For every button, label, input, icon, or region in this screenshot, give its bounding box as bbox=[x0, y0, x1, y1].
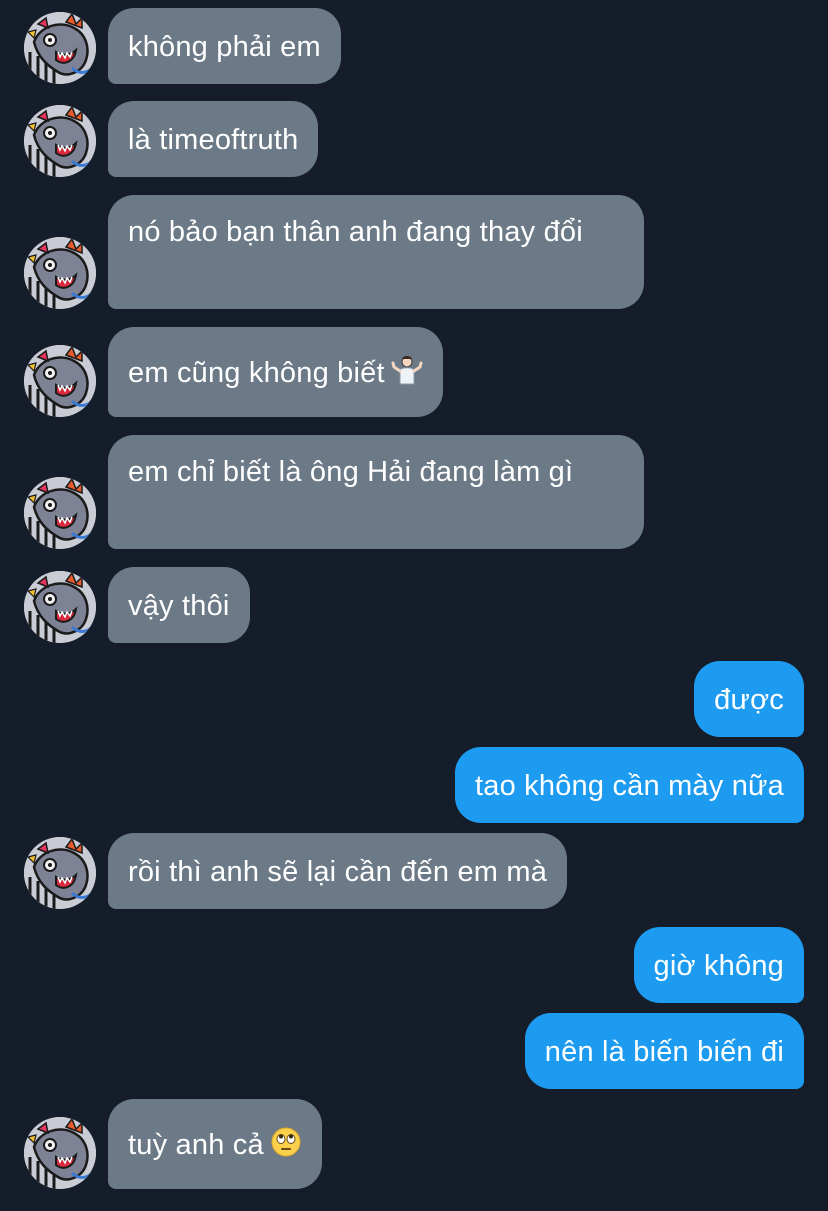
message-text: không phải em bbox=[128, 31, 321, 63]
message-bubble-incoming[interactable]: vậy thôi bbox=[108, 567, 250, 643]
avatar[interactable] bbox=[24, 1117, 96, 1189]
message-text: em cũng không biết bbox=[128, 357, 385, 389]
message-text: được bbox=[714, 684, 784, 716]
message-bubble-outgoing[interactable]: được bbox=[694, 661, 804, 737]
message-bubble-incoming[interactable]: em chỉ biết là ông Hải đang làm gì bbox=[108, 435, 644, 549]
person-shrugging-emoji bbox=[391, 354, 423, 396]
message-text: em chỉ biết là ông Hải đang làm gì bbox=[128, 456, 574, 488]
message-text: nên là biến biến đi bbox=[544, 1036, 784, 1068]
dragon-avatar-icon bbox=[24, 237, 96, 309]
avatar[interactable] bbox=[24, 571, 96, 643]
message-bubble-outgoing[interactable]: giờ không bbox=[633, 927, 804, 1003]
message-text: nó bảo bạn thân anh đang thay đổi bbox=[128, 216, 583, 248]
dragon-avatar-icon bbox=[24, 105, 96, 177]
message-bubble-incoming[interactable]: rồi thì anh sẽ lại cần đến em mà bbox=[108, 833, 568, 909]
avatar[interactable] bbox=[24, 237, 96, 309]
message-bubble-incoming[interactable]: không phải em bbox=[108, 8, 341, 84]
message-bubble-outgoing[interactable]: nên là biến biến đi bbox=[524, 1013, 804, 1089]
dragon-avatar-icon bbox=[24, 571, 96, 643]
message-bubble-incoming[interactable]: em cũng không biết bbox=[108, 327, 443, 417]
message-text: giờ không bbox=[653, 950, 784, 982]
dragon-avatar-icon bbox=[24, 477, 96, 549]
message-text: tuỳ anh cả bbox=[128, 1129, 264, 1161]
message-text: tao không cần mày nữa bbox=[475, 770, 784, 802]
message-text: rồi thì anh sẽ lại cần đến em mà bbox=[128, 856, 548, 888]
face-with-rolling-eyes-emoji bbox=[270, 1126, 302, 1168]
avatar[interactable] bbox=[24, 105, 96, 177]
message-text: là timeoftruth bbox=[128, 124, 299, 156]
dragon-avatar-icon bbox=[24, 12, 96, 84]
message-bubble-incoming[interactable]: tuỳ anh cả bbox=[108, 1099, 322, 1189]
dragon-avatar-icon bbox=[24, 837, 96, 909]
avatar[interactable] bbox=[24, 345, 96, 417]
dragon-avatar-icon bbox=[24, 1117, 96, 1189]
avatar[interactable] bbox=[24, 837, 96, 909]
message-bubble-incoming[interactable]: nó bảo bạn thân anh đang thay đổi bbox=[108, 195, 644, 309]
avatar[interactable] bbox=[24, 477, 96, 549]
dragon-avatar-icon bbox=[24, 345, 96, 417]
message-bubble-incoming[interactable]: là timeoftruth bbox=[108, 101, 319, 177]
message-text: vậy thôi bbox=[128, 590, 230, 622]
avatar[interactable] bbox=[24, 12, 96, 84]
message-bubble-outgoing[interactable]: tao không cần mày nữa bbox=[455, 747, 804, 823]
